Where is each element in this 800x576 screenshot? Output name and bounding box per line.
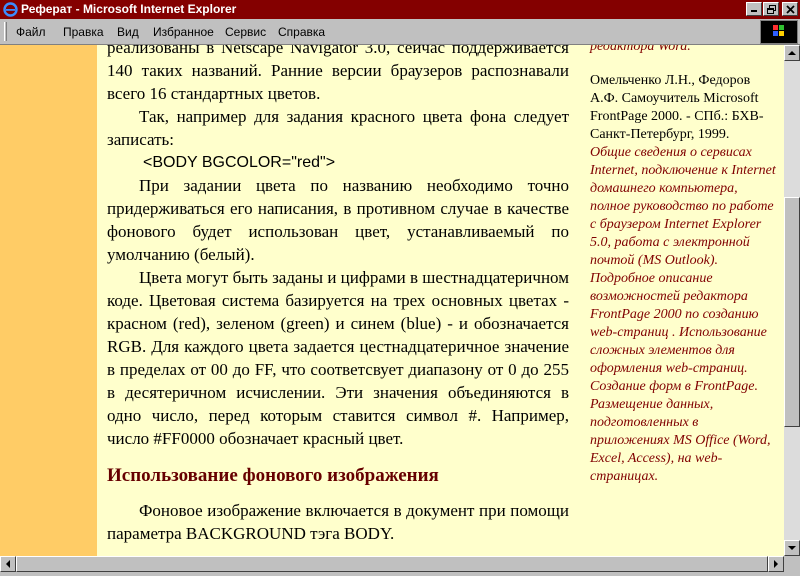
arrow-left-icon — [6, 560, 10, 568]
code-example: <BODY BGCOLOR="red"> — [143, 154, 336, 171]
title-bar: Реферат - Microsoft Internet Explorer — [0, 0, 800, 19]
paragraph: Фоновое изображение включается в докумен… — [107, 501, 569, 543]
restore-icon — [767, 5, 776, 14]
menu-favorites[interactable]: Избранное — [153, 25, 214, 39]
arrow-right-icon — [774, 560, 778, 568]
book-description: Общие сведения о сервисах Internet, подк… — [590, 145, 776, 484]
close-icon — [786, 5, 795, 14]
scrollbar-corner — [784, 556, 800, 572]
arrow-down-icon — [788, 546, 796, 550]
scroll-up-button[interactable] — [784, 45, 800, 61]
main-article: реализованы в Netscape Navigator 3.0, се… — [107, 45, 569, 545]
page-content: реализованы в Netscape Navigator 3.0, се… — [0, 45, 784, 556]
minimize-icon — [751, 10, 757, 12]
arrow-up-icon — [788, 51, 796, 55]
windows-flag-icon — [773, 25, 784, 36]
internet-explorer-icon — [3, 2, 18, 17]
section-heading: Использование фонового изображения — [107, 465, 439, 486]
scroll-left-button[interactable] — [0, 556, 16, 572]
restore-button[interactable] — [763, 2, 779, 16]
scroll-down-button[interactable] — [784, 540, 800, 556]
menu-edit[interactable]: Правка — [63, 25, 104, 39]
left-color-strip — [0, 45, 97, 556]
menu-bar: Файл Правка Вид Избранное Сервис Справка — [0, 19, 800, 45]
menu-tools[interactable]: Сервис — [225, 25, 266, 39]
menu-help[interactable]: Справка — [278, 25, 325, 39]
window-title: Реферат - Microsoft Internet Explorer — [21, 2, 237, 16]
paragraph: При задании цвета по названию необходимо… — [107, 176, 569, 264]
minimize-button[interactable] — [746, 2, 762, 16]
toolbar-grip[interactable] — [4, 22, 7, 41]
window-bottom-edge — [0, 572, 800, 576]
paragraph: Так, например для задания красного цвета… — [107, 107, 569, 149]
close-button[interactable] — [782, 2, 798, 16]
book-reference: Омельченко Л.Н., Федоров А.Ф. Самоучител… — [590, 73, 764, 142]
paragraph: реализованы в Netscape Navigator 3.0, се… — [107, 45, 569, 103]
windows-logo — [760, 20, 798, 44]
menu-file[interactable]: Файл — [16, 25, 46, 39]
horizontal-scroll-thumb[interactable] — [16, 556, 768, 572]
sidebar-references: редактора Word. Омельченко Л.Н., Федоров… — [590, 45, 780, 486]
sidebar-text: редактора Word. — [590, 45, 691, 54]
scroll-right-button[interactable] — [768, 556, 784, 572]
menu-view[interactable]: Вид — [117, 25, 139, 39]
paragraph: Цвета могут быть заданы и цифрами в шест… — [107, 268, 569, 448]
vertical-scroll-thumb[interactable] — [784, 197, 800, 427]
